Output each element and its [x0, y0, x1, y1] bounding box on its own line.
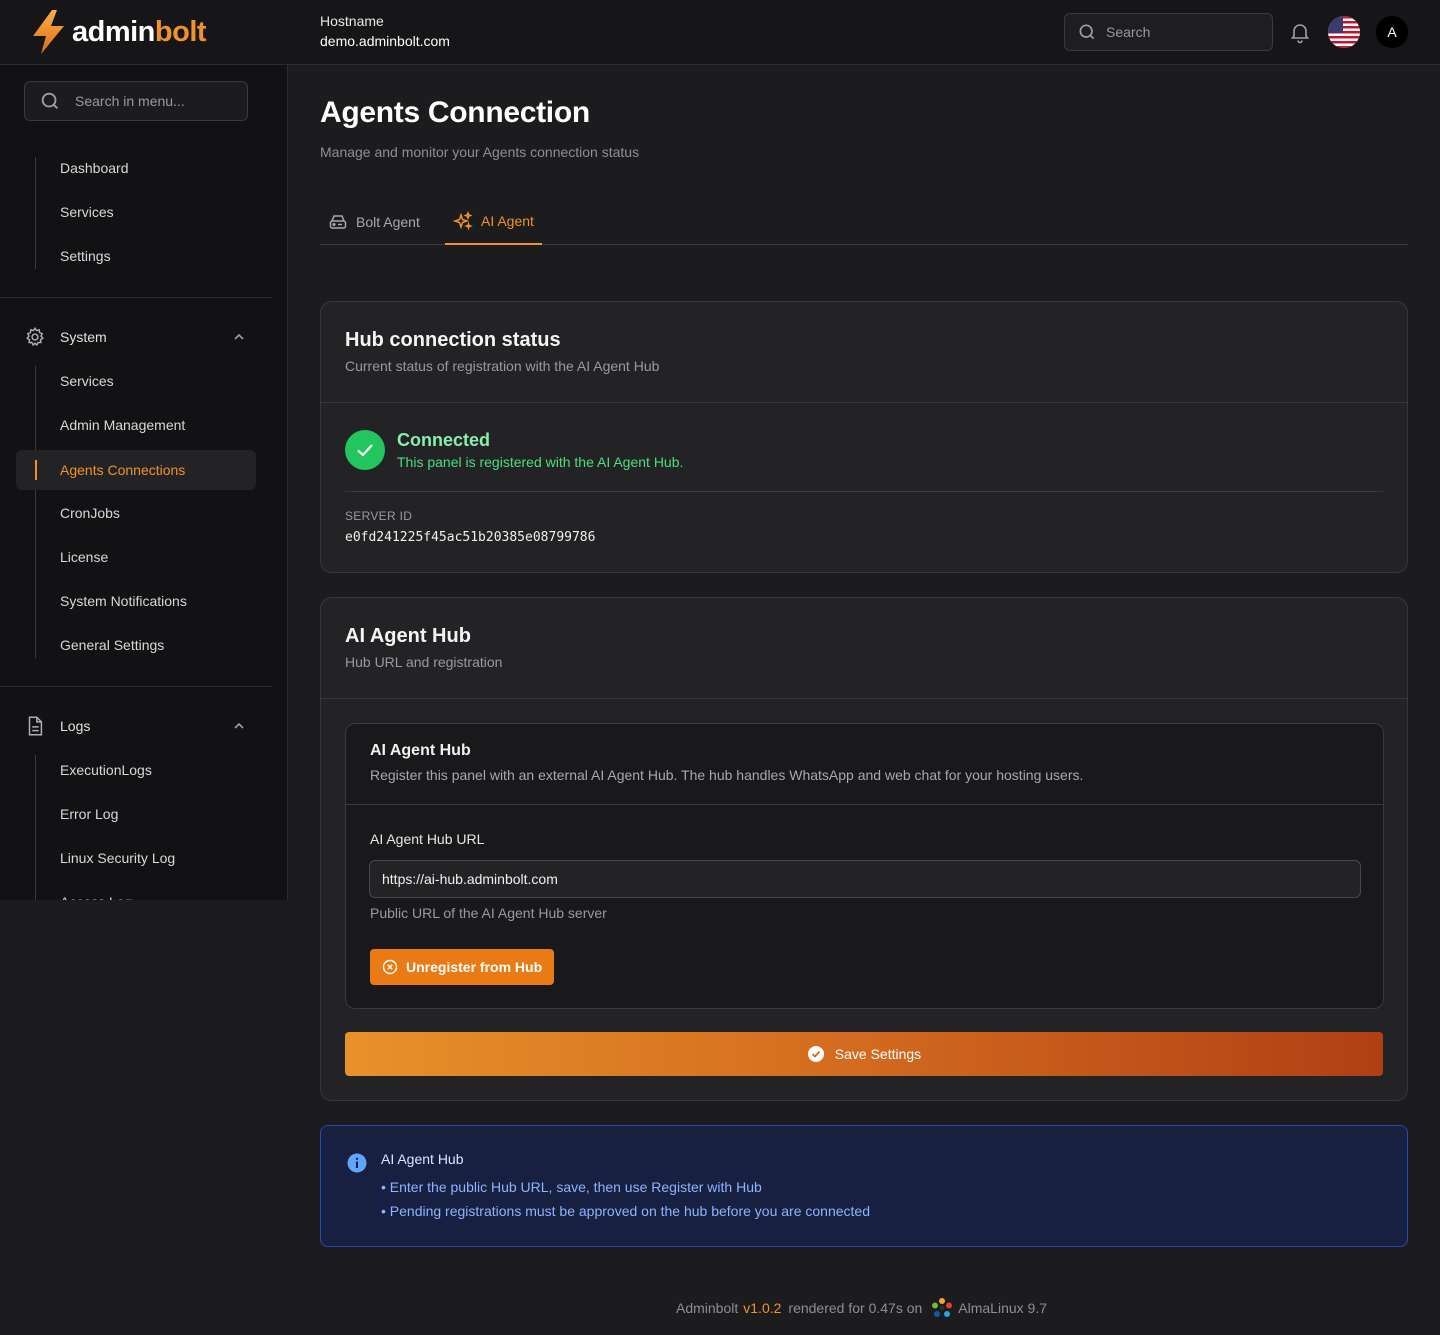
- brand-name-part1: admin: [72, 15, 155, 48]
- hub-settings-description: Hub URL and registration: [345, 654, 503, 670]
- hub-registration-description: Register this panel with an external AI …: [370, 767, 1084, 783]
- chevron-up-icon: [234, 722, 244, 729]
- sidebar-item-license[interactable]: License: [16, 537, 256, 577]
- hub-status-title: Hub connection status: [345, 329, 561, 351]
- hub-status-description: Current status of registration with the …: [345, 358, 660, 374]
- sidebar-item-agents-connections[interactable]: Agents Connections: [16, 450, 256, 490]
- page-title: Agents Connection: [320, 96, 590, 129]
- sidebar-item-settings[interactable]: Settings: [16, 236, 256, 276]
- hub-registration-title: AI Agent Hub: [370, 742, 471, 759]
- top-bar: adminbolt Hostname demo.adminbolt.com Se…: [0, 0, 1440, 65]
- unregister-from-hub-button[interactable]: Unregister from Hub: [370, 949, 555, 985]
- info-title: AI Agent Hub: [381, 1151, 464, 1167]
- connection-status-message: This panel is registered with the AI Age…: [397, 454, 684, 470]
- document-icon: [28, 716, 43, 736]
- brand-logo[interactable]: adminbolt: [30, 9, 207, 55]
- footer-os: AlmaLinux 9.7: [958, 1300, 1047, 1316]
- sidebar-group-system[interactable]: System: [24, 317, 248, 357]
- menu-search-placeholder: Search in menu...: [75, 93, 185, 109]
- server-icon: [329, 215, 347, 229]
- sidebar-item-linux-security-log[interactable]: Linux Security Log: [16, 838, 256, 878]
- sidebar-item-general-settings[interactable]: General Settings: [16, 625, 256, 665]
- sidebar: Search in menu... Dashboard Services Set…: [0, 65, 288, 900]
- hub-status-card-header: Hub connection status Current status of …: [321, 302, 1407, 403]
- search-icon: [41, 92, 58, 109]
- tab-bolt-agent[interactable]: Bolt Agent: [328, 199, 420, 245]
- sparkles-icon: [453, 211, 473, 231]
- unregister-from-hub-label: Unregister from Hub: [406, 959, 543, 975]
- sidebar-item-services[interactable]: Services: [16, 192, 256, 232]
- connection-status-label: Connected: [397, 430, 491, 450]
- sidebar-item-cronjobs[interactable]: CronJobs: [16, 493, 256, 533]
- global-search-input[interactable]: Search: [1064, 13, 1273, 51]
- server-id-label: SERVER ID: [345, 509, 413, 523]
- brand-name-part2: bolt: [154, 15, 207, 48]
- hostname-value: demo.adminbolt.com: [320, 33, 450, 49]
- info-line: • Enter the public Hub URL, save, then u…: [381, 1179, 762, 1195]
- sidebar-item-access-log[interactable]: Access Log: [16, 882, 256, 900]
- almalinux-logo-icon: [932, 1298, 953, 1317]
- brand-name: adminbolt: [72, 15, 207, 49]
- hub-settings-card-header: AI Agent Hub Hub URL and registration: [321, 598, 1407, 699]
- hub-url-label: AI Agent Hub URL: [370, 831, 485, 847]
- bolt-logo-icon: [33, 10, 64, 54]
- sidebar-item-system-notifications[interactable]: System Notifications: [16, 581, 256, 621]
- footer-rendered-text: rendered for 0.47s on: [788, 1300, 923, 1316]
- check-circle-icon: [807, 1046, 824, 1062]
- info-line: • Pending registrations must be approved…: [381, 1203, 871, 1219]
- sidebar-item-system-services[interactable]: Services: [16, 361, 256, 401]
- hub-registration-section: AI Agent Hub Register this panel with an…: [345, 723, 1384, 1009]
- info-callout: AI Agent Hub • Enter the public Hub URL,…: [320, 1125, 1408, 1247]
- x-circle-icon: [382, 959, 398, 975]
- user-avatar[interactable]: A: [1376, 16, 1408, 48]
- sidebar-group-logs[interactable]: Logs: [24, 706, 248, 746]
- tab-bar: Bolt Agent AI Agent: [320, 199, 1408, 245]
- check-circle-icon: [345, 430, 385, 470]
- divider: [345, 491, 1383, 492]
- global-search-placeholder: Search: [1106, 24, 1151, 40]
- bell-icon[interactable]: [1288, 20, 1312, 44]
- gear-icon: [26, 326, 44, 347]
- footer-version[interactable]: v1.0.2: [743, 1300, 781, 1316]
- sidebar-group-system-label: System: [60, 329, 107, 345]
- sidebar-item-dashboard[interactable]: Dashboard: [16, 148, 256, 188]
- hub-url-help: Public URL of the AI Agent Hub server: [370, 905, 607, 921]
- hostname-label: Hostname: [320, 13, 384, 29]
- save-settings-button[interactable]: Save Settings: [345, 1032, 1383, 1076]
- hostname-block: Hostname demo.adminbolt.com: [320, 12, 450, 52]
- connection-status: Connected This panel is registered with …: [345, 430, 683, 472]
- page-subtitle: Manage and monitor your Agents connectio…: [320, 144, 640, 160]
- footer: Adminbolt v1.0.2 rendered for 0.47s on A…: [676, 1296, 1047, 1320]
- us-flag-icon[interactable]: [1328, 16, 1360, 48]
- tab-ai-agent-label: AI Agent: [481, 213, 534, 229]
- hub-status-card: Hub connection status Current status of …: [320, 301, 1408, 573]
- info-icon: [347, 1153, 367, 1173]
- hub-registration-header: AI Agent Hub Register this panel with an…: [346, 724, 1383, 805]
- sidebar-divider: [0, 686, 272, 687]
- save-settings-label: Save Settings: [834, 1046, 922, 1062]
- server-id-value: e0fd241225f45ac51b20385e08799786: [345, 530, 596, 545]
- hub-settings-title: AI Agent Hub: [345, 625, 471, 647]
- menu-search-input[interactable]: Search in menu...: [24, 81, 248, 121]
- tab-ai-agent[interactable]: AI Agent: [445, 199, 542, 245]
- footer-app-name: Adminbolt: [676, 1300, 739, 1316]
- hub-settings-card: AI Agent Hub Hub URL and registration AI…: [320, 597, 1408, 1101]
- sidebar-divider: [0, 297, 272, 298]
- sidebar-item-execution-logs[interactable]: ExecutionLogs: [16, 750, 256, 790]
- hub-url-input[interactable]: https://ai-hub.adminbolt.com: [369, 860, 1361, 898]
- chevron-up-icon: [234, 333, 244, 340]
- tab-bolt-agent-label: Bolt Agent: [356, 214, 420, 230]
- sidebar-item-error-log[interactable]: Error Log: [16, 794, 256, 834]
- sidebar-group-logs-label: Logs: [60, 718, 91, 734]
- search-icon: [1079, 24, 1095, 40]
- sidebar-item-admin-management[interactable]: Admin Management: [16, 405, 256, 445]
